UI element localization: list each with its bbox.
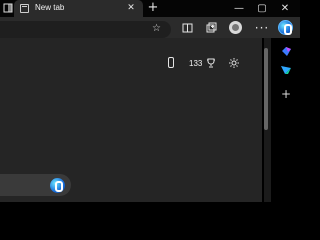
phone-icon[interactable] [168,57,174,68]
web-search-box[interactable] [0,174,71,196]
rewards-points[interactable]: 133 [189,59,202,69]
new-tab-button[interactable]: + [146,1,160,15]
toolbar: ☆ ··· [0,17,300,38]
tab-close-button[interactable]: ✕ [126,3,136,13]
tab-strip: New tab ✕ + — ▢ ✕ [0,0,300,17]
sidebar: + [272,38,300,202]
active-tab[interactable]: New tab ✕ [14,0,143,17]
profile-avatar[interactable] [229,21,242,34]
settings-gear-icon[interactable] [228,57,240,69]
tab-actions-icon[interactable] [1,2,14,14]
copilot-icon[interactable] [278,20,293,35]
bing-chat-icon[interactable] [50,178,65,193]
collections-icon[interactable] [204,21,218,35]
tab-title: New tab [35,3,65,12]
rewards-trophy-icon[interactable] [206,58,216,68]
split-screen-icon[interactable] [180,21,194,35]
drop-icon[interactable] [279,63,293,77]
add-sidebar-app-button[interactable]: + [279,87,293,101]
close-window-button[interactable]: ✕ [274,1,296,16]
sidebar-copilot-icon[interactable] [279,44,293,58]
address-bar[interactable]: ☆ [0,21,171,38]
scrollbar-thumb[interactable] [264,48,268,130]
page-icon [20,4,29,13]
maximize-button[interactable]: ▢ [251,1,273,16]
minimize-button[interactable]: — [228,1,250,16]
favorite-star-icon[interactable]: ☆ [152,22,161,36]
more-menu-icon[interactable]: ··· [255,21,269,35]
